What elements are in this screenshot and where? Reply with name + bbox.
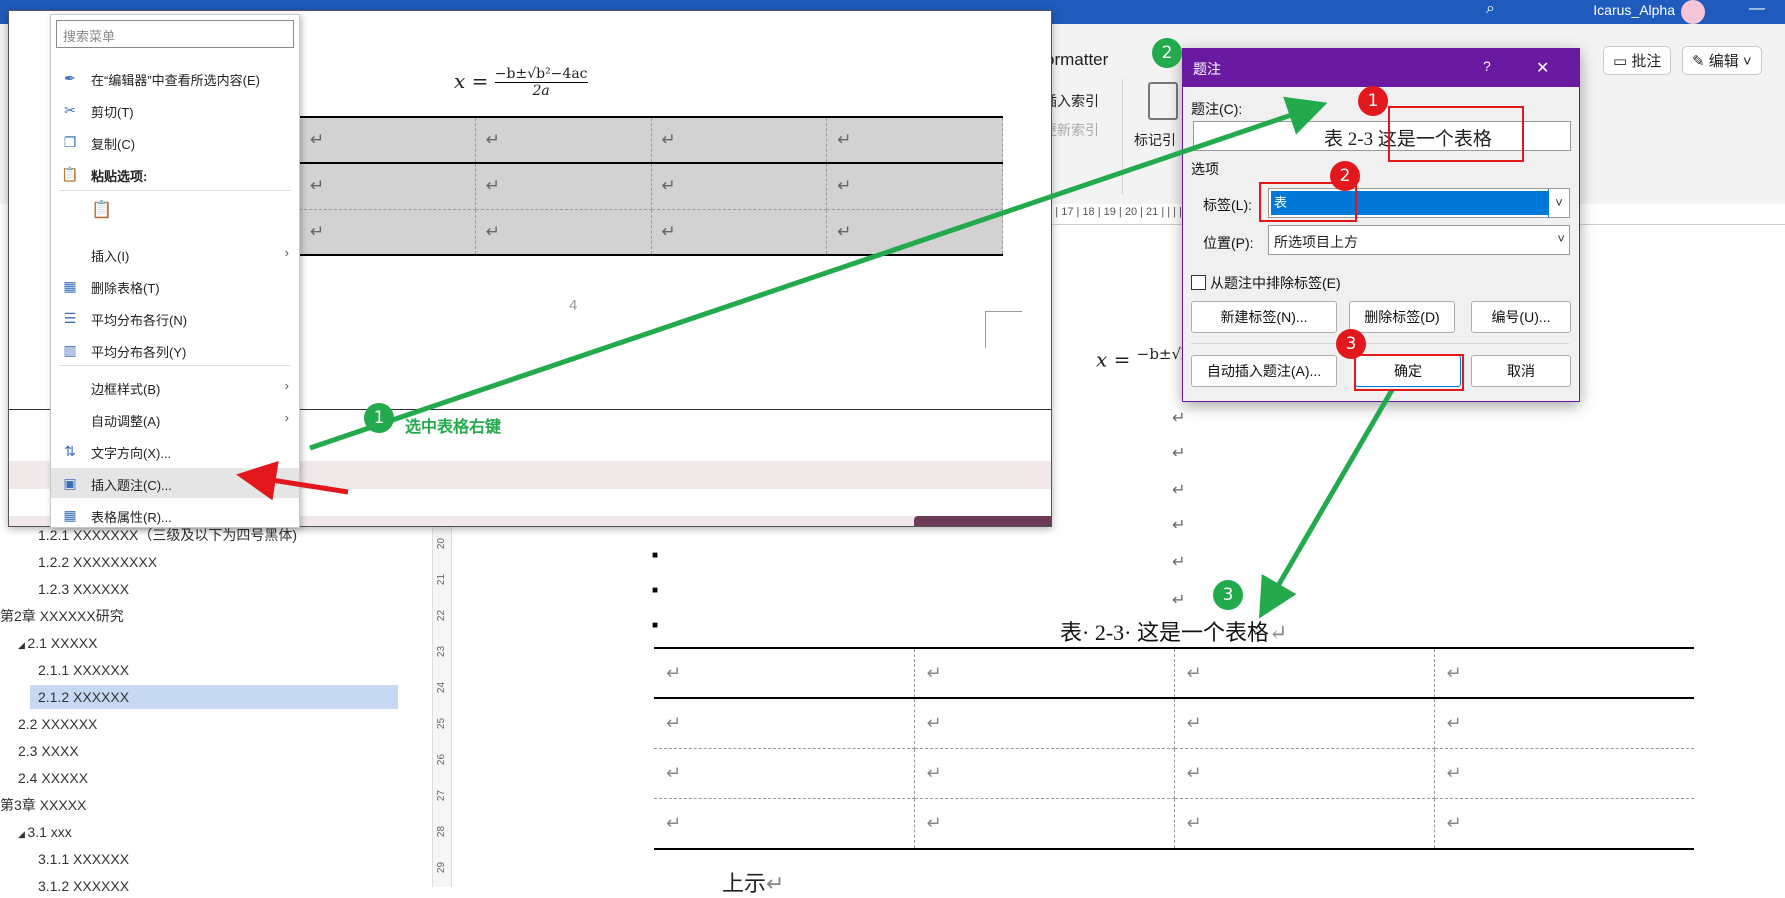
arrow-to-caption-field xyxy=(309,96,1328,451)
arrow-to-insert-caption xyxy=(236,460,349,501)
highlight-ok-button xyxy=(1354,354,1464,391)
highlight-caption-value xyxy=(1388,106,1524,162)
step-badge-3-red: 3 xyxy=(1336,329,1366,359)
step-badge-3-green: 3 xyxy=(1213,580,1243,610)
step1-label: 选中表格右键 xyxy=(405,419,502,436)
arrow-to-document-caption xyxy=(1258,388,1395,619)
step-badge-2-red: 2 xyxy=(1330,161,1360,191)
step-badge-1-red: 1 xyxy=(1358,86,1388,116)
step-badge-1-green: 1 xyxy=(364,403,394,433)
step-badge-2-green: 2 xyxy=(1152,38,1182,68)
